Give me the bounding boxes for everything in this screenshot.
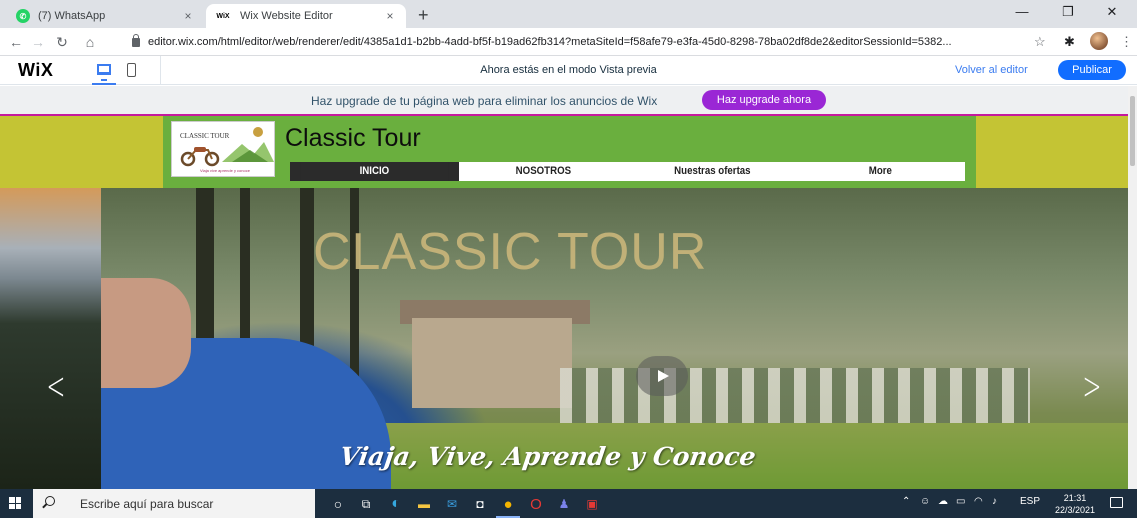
windows-start-icon[interactable] <box>9 497 21 509</box>
tab-wix-editor[interactable]: WiX Wix Website Editor × <box>206 4 406 28</box>
cortana-icon[interactable]: ○ <box>328 494 348 514</box>
nav-item-ofertas[interactable]: Nuestras ofertas <box>637 162 787 181</box>
back-arrow-icon[interactable]: ← <box>6 32 26 52</box>
mail-icon[interactable]: ✉ <box>442 494 462 514</box>
active-view-indicator <box>92 83 116 85</box>
address-bar: ← → ↻ ⌂ editor.wix.com/html/editor/web/r… <box>0 28 1137 56</box>
tab-whatsapp[interactable]: ✆ (7) WhatsApp × <box>8 4 204 28</box>
scrollbar-thumb[interactable] <box>1130 96 1135 166</box>
close-window-button[interactable]: ✕ <box>1092 2 1132 22</box>
publish-button[interactable]: Publicar <box>1058 60 1126 80</box>
next-slide-arrow-icon[interactable]: > <box>1082 366 1101 406</box>
tree-trunk <box>350 188 359 398</box>
url-field[interactable]: editor.wix.com/html/editor/web/renderer/… <box>132 31 1032 53</box>
tab-close-button[interactable]: × <box>180 9 196 23</box>
store-icon[interactable]: ◘ <box>470 494 490 514</box>
nav-item-more[interactable]: More <box>806 162 955 181</box>
search-placeholder: Escribe aquí para buscar <box>80 497 214 511</box>
nav-item-inicio[interactable]: INICIO <box>300 162 449 181</box>
clock-time: 21:31 <box>1063 493 1087 503</box>
previous-slide-arrow-icon[interactable]: < <box>46 366 65 406</box>
forward-arrow-icon[interactable]: → <box>28 32 48 52</box>
menu-dots-icon[interactable]: ⋮ <box>1120 32 1133 52</box>
task-view-icon[interactable]: ⧉ <box>356 494 376 514</box>
site-title: Classic Tour <box>285 124 421 152</box>
upgrade-text: Haz upgrade de tu página web para elimin… <box>311 94 658 108</box>
wix-preview-bar: WiX Ahora estás en el modo Vista previa … <box>0 56 1137 85</box>
site-header: CLASSIC TOUR Viaja vive aprende y conoce… <box>0 116 1128 188</box>
home-icon[interactable]: ⌂ <box>80 32 100 52</box>
volume-icon[interactable]: ♪ <box>992 496 997 507</box>
extensions-puzzle-icon[interactable]: ✱ <box>1064 32 1075 52</box>
browser-tab-strip: ✆ (7) WhatsApp × WiX Wix Website Editor … <box>0 0 1137 28</box>
edge-icon[interactable]: ◐ <box>386 494 406 514</box>
reload-icon[interactable]: ↻ <box>52 32 72 52</box>
taskbar-clock[interactable]: 21:31 22/3/2021 <box>1052 492 1098 516</box>
bookmark-star-icon[interactable]: ☆ <box>1034 32 1046 52</box>
tab-title: Wix Website Editor <box>240 10 333 22</box>
previous-slide-preview <box>0 188 101 489</box>
tray-chevron-icon[interactable]: ⌃ <box>902 496 910 507</box>
profile-avatar[interactable] <box>1090 32 1108 50</box>
url-text: editor.wix.com/html/editor/web/renderer/… <box>148 36 952 48</box>
windows-taskbar: Escribe aquí para buscar ○ ⧉ ◐ ▬ ✉ ◘ ● O… <box>0 489 1137 518</box>
upgrade-now-button[interactable]: Haz upgrade ahora <box>702 90 826 110</box>
hero-title: CLASSIC TOUR <box>313 223 708 281</box>
play-icon[interactable] <box>636 356 688 396</box>
onedrive-icon[interactable]: ☁ <box>938 496 948 507</box>
restore-button[interactable]: ❐ <box>1048 2 1088 22</box>
person-face <box>101 278 191 388</box>
site-nav: INICIO NOSOTROS Nuestras ofertas More <box>290 162 965 181</box>
wifi-icon[interactable]: ◠ <box>974 496 983 507</box>
chrome-icon[interactable]: ● <box>498 494 518 514</box>
battery-icon[interactable]: ▭ <box>956 496 965 507</box>
fence <box>560 368 1030 428</box>
hero-slideshow: CLASSIC TOUR Viaja, Vive, Aprende y Cono… <box>0 188 1128 489</box>
lock-icon <box>132 33 140 47</box>
logo-subtitle: Viaja vive aprende y conoce <box>200 168 250 173</box>
site-logo[interactable]: CLASSIC TOUR Viaja vive aprende y conoce <box>171 121 275 177</box>
people-icon[interactable]: ☺ <box>920 496 930 507</box>
opera-icon[interactable]: O <box>526 494 546 514</box>
language-indicator[interactable]: ESP <box>1020 496 1040 507</box>
upgrade-banner: Haz upgrade de tu página web para elimin… <box>0 86 1128 114</box>
back-to-editor-link[interactable]: Volver al editor <box>955 64 1028 76</box>
taskbar-search-box[interactable]: Escribe aquí para buscar <box>33 489 315 518</box>
search-icon <box>45 496 55 506</box>
notifications-icon[interactable] <box>1110 497 1123 508</box>
clock-date: 22/3/2021 <box>1054 505 1096 515</box>
house <box>412 318 572 408</box>
tab-title: (7) WhatsApp <box>38 10 106 22</box>
wix-icon: WiX <box>216 12 230 20</box>
nav-item-nosotros[interactable]: NOSOTROS <box>468 162 618 181</box>
hero-tagline: Viaja, Vive, Aprende y Conoce <box>337 442 758 471</box>
new-tab-button[interactable]: + <box>418 5 429 26</box>
tab-close-button[interactable]: × <box>382 9 398 23</box>
minimize-button[interactable]: — <box>1002 2 1042 22</box>
whatsapp-icon: ✆ <box>16 9 30 23</box>
file-explorer-icon[interactable]: ▬ <box>414 494 434 514</box>
teams-icon[interactable]: ♟ <box>554 494 574 514</box>
site-header-content: CLASSIC TOUR Viaja vive aprende y conoce… <box>163 116 976 188</box>
acrobat-icon[interactable]: ▣ <box>582 494 602 514</box>
